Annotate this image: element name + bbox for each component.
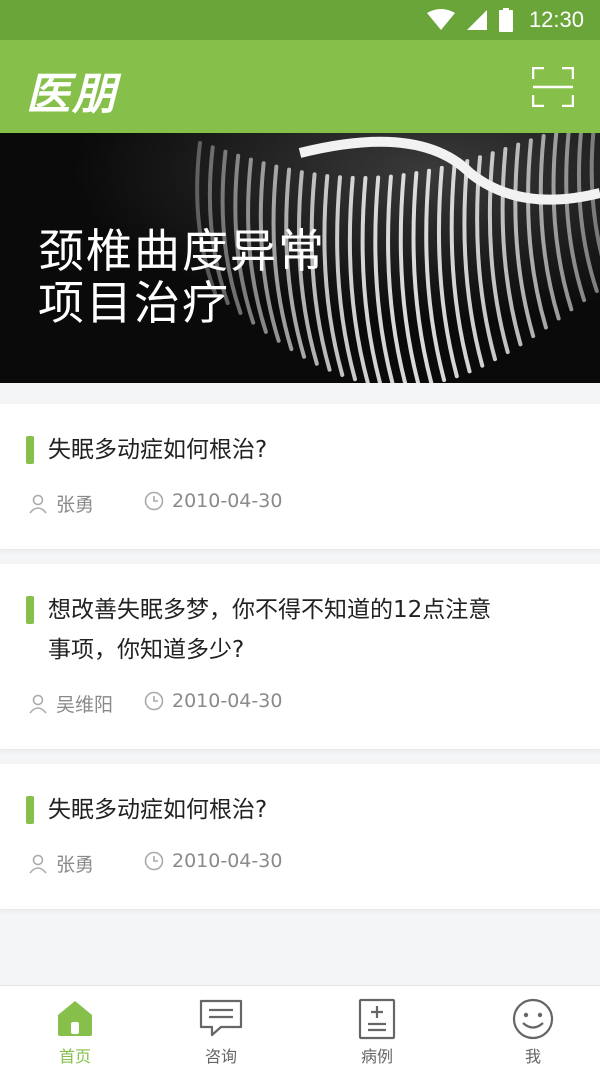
accent-bar xyxy=(26,436,34,464)
article-date: 2010-04-30 xyxy=(144,850,282,872)
tab-label: 病例 xyxy=(360,1047,393,1066)
article-title: 想改善失眠多梦，你不得不知道的12点注意 事项，你知道多少? xyxy=(48,590,580,670)
tab-me[interactable]: 我 xyxy=(458,986,600,1068)
clock-icon xyxy=(144,691,164,711)
date-text: 2010-04-30 xyxy=(172,850,283,872)
banner-title-line2: 项目治疗 xyxy=(38,276,230,330)
tab-label: 我 xyxy=(524,1047,541,1066)
user-icon xyxy=(29,694,47,714)
article-card[interactable]: 想改善失眠多梦，你不得不知道的12点注意 事项，你知道多少? 吴维阳 2010-… xyxy=(0,564,600,750)
date-text: 2010-04-30 xyxy=(172,690,283,712)
app-bar: 医朋 xyxy=(0,40,600,133)
article-author: 张勇 xyxy=(28,490,94,517)
chat-icon xyxy=(199,999,243,1037)
banner[interactable]: 颈椎曲度异常 项目治疗 xyxy=(0,133,600,383)
date-text: 2010-04-30 xyxy=(172,490,283,512)
status-time: 12:30 xyxy=(528,7,584,32)
tab-records[interactable]: 病例 xyxy=(302,986,452,1068)
article-title: 失眠多动症如何根治? xyxy=(48,797,268,823)
user-icon xyxy=(29,494,47,514)
scan-button[interactable] xyxy=(531,66,575,108)
article-card[interactable]: 失眠多动症如何根治? 张勇 2010-04-30 xyxy=(0,404,600,550)
app-logo: 医朋 xyxy=(26,69,118,120)
article-author: 吴维阳 xyxy=(28,690,113,717)
tab-label: 首页 xyxy=(58,1047,91,1066)
bottom-tab-bar: 首页 咨询 病例 我 xyxy=(0,985,600,1068)
scan-frame-icon xyxy=(531,66,575,108)
status-bar: 12:30 xyxy=(0,0,600,40)
signal-icon xyxy=(466,10,487,30)
author-name: 吴维阳 xyxy=(56,694,114,716)
tab-consult[interactable]: 咨询 xyxy=(146,986,296,1068)
smile-icon xyxy=(512,998,554,1040)
author-name: 张勇 xyxy=(56,494,95,516)
article-author: 张勇 xyxy=(28,850,94,877)
home-icon xyxy=(58,1001,92,1036)
clock-icon xyxy=(144,851,164,871)
article-date: 2010-04-30 xyxy=(144,490,282,512)
battery-icon xyxy=(498,8,513,32)
accent-bar xyxy=(26,796,34,824)
article-title-line1: 想改善失眠多梦，你不得不知道的12点注意 xyxy=(48,597,492,623)
wifi-icon xyxy=(426,9,455,30)
article-title-line2: 事项，你知道多少? xyxy=(48,637,245,663)
banner-title: 颈椎曲度异常 项目治疗 xyxy=(38,225,326,329)
article-title: 失眠多动症如何根治? xyxy=(48,437,268,463)
banner-title-line1: 颈椎曲度异常 xyxy=(38,224,326,278)
article-card[interactable]: 失眠多动症如何根治? 张勇 2010-04-30 xyxy=(0,764,600,910)
record-icon xyxy=(358,998,396,1040)
author-name: 张勇 xyxy=(56,854,95,876)
accent-bar xyxy=(26,596,34,624)
user-icon xyxy=(29,854,47,874)
clock-icon xyxy=(144,491,164,511)
tab-home[interactable]: 首页 xyxy=(0,986,150,1068)
article-date: 2010-04-30 xyxy=(144,690,282,712)
tab-label: 咨询 xyxy=(204,1047,237,1066)
